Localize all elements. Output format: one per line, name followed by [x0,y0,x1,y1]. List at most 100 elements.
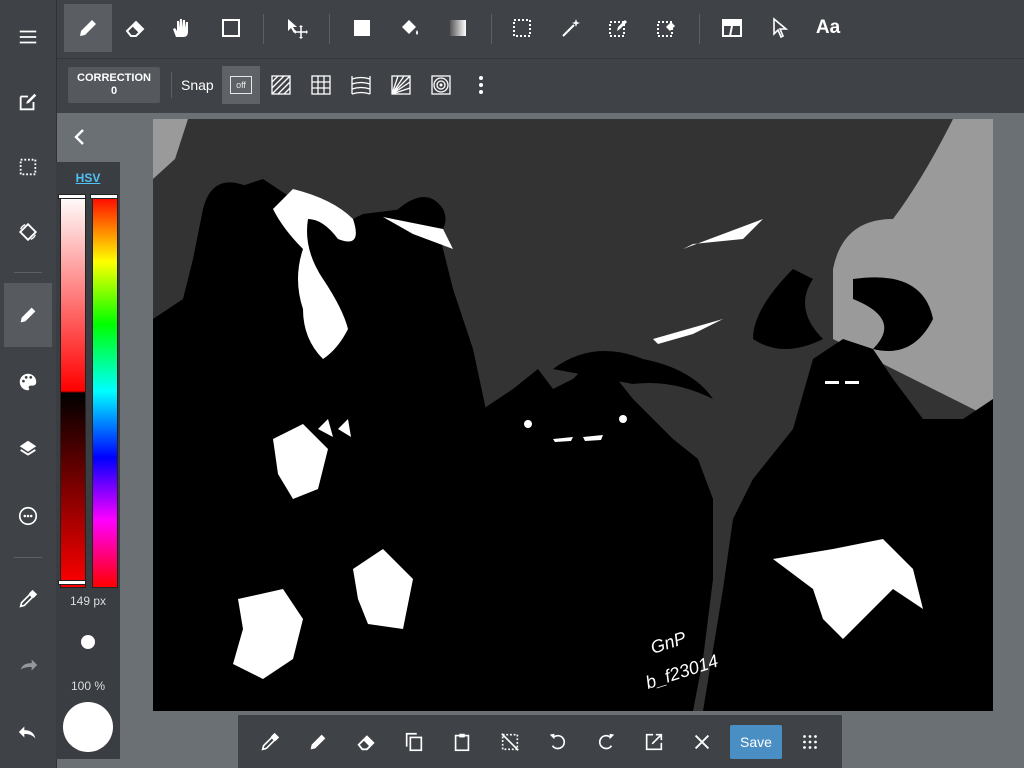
toolbar-separator [329,14,330,44]
rotate-left-icon [549,733,566,749]
move-tool-button[interactable] [273,4,321,52]
brush-size-dot[interactable] [81,635,95,649]
hue-slider[interactable] [92,194,118,588]
eraser-tool-button[interactable] [111,4,159,52]
toolbar-separator [491,14,492,44]
rotate-right-button[interactable] [582,715,630,768]
saturation-handle[interactable] [58,194,86,199]
value-handle[interactable] [58,580,86,585]
copy-button[interactable] [390,715,438,768]
eyedropper-icon [19,589,38,608]
left-toolbar [0,0,57,768]
save-button[interactable]: Save [730,725,782,759]
transform-menu-button[interactable] [4,208,52,256]
bottom-pen-button[interactable] [294,715,342,768]
concentric-icon [431,75,451,95]
fill-rect-tool-button[interactable] [338,4,386,52]
text-icon: Aa [815,17,841,38]
more-options-button[interactable] [786,715,834,768]
undo-button[interactable] [4,708,52,756]
layers-icon [19,440,37,456]
close-button[interactable] [678,715,726,768]
move-icon [288,19,308,39]
selection-menu-button[interactable] [4,143,52,191]
redo-icon [20,659,38,671]
shape-tool-button[interactable] [207,4,255,52]
pointer-tool-button[interactable] [756,4,804,52]
brush-size-label: 149 px [69,594,107,608]
eraser-icon [357,734,375,750]
drawing-canvas[interactable]: GnP b_f23014 [153,119,993,711]
bottom-eraser-button[interactable] [342,715,390,768]
bucket-icon [402,20,418,35]
select-rect-icon [513,19,531,37]
eyedropper-icon [261,732,280,750]
radial-icon [391,75,411,95]
chevron-left-icon [74,129,84,145]
palette-menu-button[interactable] [4,358,52,406]
collapse-panel-button[interactable] [56,114,104,160]
select-pen-icon [609,20,627,37]
toolbar-separator [263,14,264,44]
bucket-tool-button[interactable] [386,4,434,52]
menu-button[interactable] [4,13,52,61]
pen-icon [80,20,96,36]
bottom-toolbar: Save [238,715,842,768]
selection-icon [19,158,37,176]
pointer-icon [773,17,789,39]
bottom-eyedropper-button[interactable] [246,715,294,768]
snap-more-button[interactable] [457,61,505,109]
curve-icon [351,76,371,95]
snap-off-label: off [230,76,252,94]
select-rect-tool-button[interactable] [498,4,546,52]
hue-handle[interactable] [90,194,118,199]
snap-label: Snap [181,77,214,93]
saturation-slider[interactable] [60,194,86,588]
magic-wand-tool-button[interactable] [547,4,595,52]
text-tool-button[interactable]: Aa [804,4,852,52]
color-panel: HSV 149 px 100 % [56,162,120,759]
eyedropper-button[interactable] [4,575,52,623]
rectangle-shape-icon [222,19,240,37]
frame-tool-button[interactable] [708,4,756,52]
top-toolbar: Aa [0,0,1024,58]
pen-tool-button[interactable] [64,4,112,52]
material-menu-button[interactable] [4,492,52,540]
export-button[interactable] [630,715,678,768]
gradient-tool-button[interactable] [434,4,482,52]
gradient-icon [450,20,466,36]
correction-value: 0 [110,85,118,97]
hand-tool-button[interactable] [157,4,205,52]
artwork: GnP b_f23014 [153,119,993,711]
export-icon [645,733,663,750]
grid-icon [311,75,331,95]
close-icon [694,734,710,749]
select-eraser-icon [657,21,675,37]
deselect-button[interactable] [486,715,534,768]
correction-label: CORRECTION [77,72,151,84]
layers-menu-button[interactable] [4,425,52,473]
material-icon [18,506,38,526]
paste-button[interactable] [438,715,486,768]
edit-menu-button[interactable] [4,78,52,126]
brush-icon [20,307,36,323]
frame-icon [722,19,742,37]
parallel-lines-icon [271,75,291,95]
eraser-icon [125,20,145,37]
left-separator [14,272,42,273]
snap-off-button[interactable]: off [222,66,260,104]
toolbar-separator [699,14,700,44]
rotate-right-icon [598,733,615,749]
select-eraser-tool-button[interactable] [642,4,690,52]
select-pen-tool-button[interactable] [594,4,642,52]
left-separator [14,557,42,558]
redo-button[interactable] [4,641,52,689]
copy-icon [405,732,423,751]
rotate-left-button[interactable] [534,715,582,768]
correction-button[interactable]: CORRECTION 0 [68,67,160,103]
paste-icon [454,733,470,751]
current-color-swatch[interactable] [63,702,113,752]
brush-menu-button[interactable] [4,283,52,347]
pen-icon [310,734,326,749]
hsv-mode-link[interactable]: HSV [56,171,120,185]
